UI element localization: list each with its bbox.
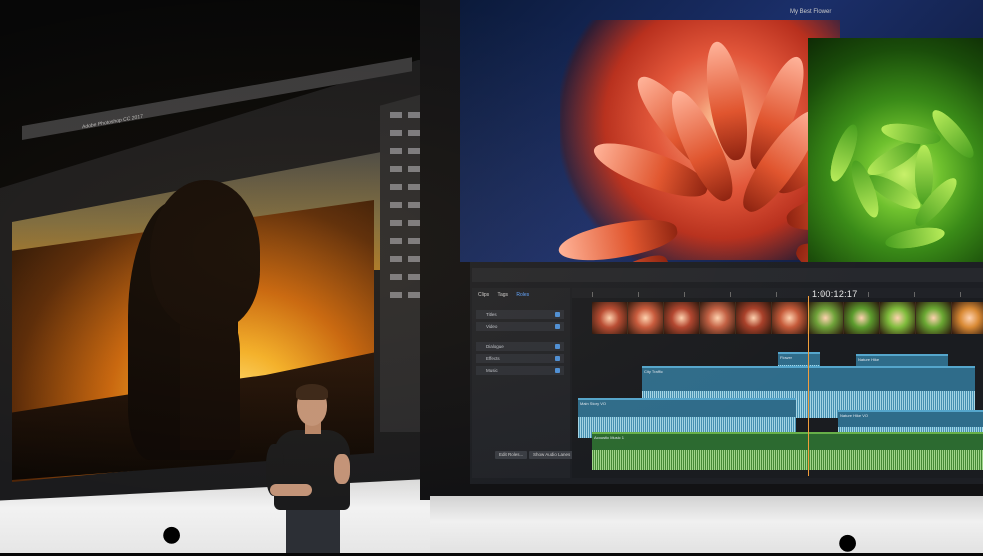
video-thumbnail [700, 302, 735, 334]
apple-logo-icon: ● [838, 530, 858, 555]
video-thumbnail [880, 302, 915, 334]
photoshop-tool-icon[interactable] [408, 202, 420, 208]
photoshop-tool-icon[interactable] [390, 238, 402, 244]
photoshop-tool-icon[interactable] [408, 220, 420, 226]
ruler-tick [868, 292, 869, 297]
photoshop-tool-icon[interactable] [408, 238, 420, 244]
photoshop-tool-icon[interactable] [390, 184, 402, 190]
clip-label: City Traffic [644, 369, 663, 374]
video-thumbnail [844, 302, 879, 334]
photoshop-tool-icon[interactable] [390, 130, 402, 136]
photoshop-tool-icon[interactable] [390, 112, 402, 118]
right-imac-chin [430, 496, 983, 553]
index-tabs: Clips Tags Roles [478, 292, 536, 298]
presenter-on-stage [262, 384, 362, 553]
photoshop-tool-icon[interactable] [408, 148, 420, 154]
final-cut-toolbar [472, 268, 983, 282]
music-clip[interactable]: Acoustic Music 1 [592, 432, 983, 470]
clip-label: Flower [780, 355, 793, 360]
woman-silhouette-neck [180, 310, 240, 450]
tab-tags[interactable]: Tags [497, 292, 508, 298]
photoshop-tool-icon[interactable] [390, 148, 402, 154]
apple-logo-icon: ● [162, 522, 182, 547]
ruler-tick [592, 292, 593, 297]
video-thumbnail [664, 302, 699, 334]
show-audio-lanes-button[interactable]: Show Audio Lanes [529, 451, 575, 459]
photoshop-tool-icon[interactable] [408, 130, 420, 136]
tab-clips[interactable]: Clips [478, 292, 489, 298]
video-thumbnail [952, 302, 983, 334]
ruler-tick [960, 292, 961, 297]
photoshop-tool-icon[interactable] [408, 166, 420, 172]
timecode-display: 1:00:12:17 [812, 289, 858, 299]
photoshop-tool-icon[interactable] [408, 184, 420, 190]
photoshop-tool-icon[interactable] [390, 256, 402, 262]
role-row-dialogue[interactable]: Dialogue [476, 342, 564, 351]
tab-roles[interactable]: Roles [516, 292, 529, 298]
timeline-playhead[interactable] [808, 296, 809, 476]
photoshop-tool-icon[interactable] [390, 202, 402, 208]
video-thumbnail [592, 302, 627, 334]
primary-video-clip[interactable] [592, 302, 983, 334]
clip-label: Nature Hike [858, 357, 880, 362]
role-row-music[interactable]: Music [476, 366, 564, 375]
presenter-left-forearm [270, 484, 312, 496]
role-row-effects[interactable]: Effects [476, 354, 564, 363]
photoshop-tool-icon[interactable] [408, 274, 420, 280]
video-thumbnail [772, 302, 807, 334]
viewer-title: My Best Flower [790, 9, 832, 15]
role-row-video[interactable]: Video [476, 322, 564, 331]
clip-label: Nature Hike VO [840, 413, 869, 418]
timeline-index-panel: Clips Tags Roles Titles Video Dialogue E… [472, 288, 570, 478]
video-thumbnail [808, 302, 843, 334]
presenter-jeans [286, 506, 340, 553]
timeline-ruler[interactable] [572, 288, 983, 298]
ruler-tick [914, 292, 915, 297]
role-row-titles[interactable]: Titles [476, 310, 564, 319]
photoshop-tool-icon[interactable] [408, 112, 420, 118]
video-thumbnail [628, 302, 663, 334]
photoshop-tool-icon[interactable] [390, 220, 402, 226]
ruler-tick [684, 292, 685, 297]
photoshop-tool-icon[interactable] [408, 292, 420, 298]
ruler-tick [776, 292, 777, 297]
ruler-tick [638, 292, 639, 297]
woman-silhouette-head [150, 180, 260, 330]
edit-roles-button[interactable]: Edit Roles... [495, 451, 528, 459]
ruler-tick [730, 292, 731, 297]
presenter-hair [296, 384, 328, 400]
clip-label: Acoustic Music 1 [594, 435, 625, 440]
video-thumbnail [916, 302, 951, 334]
photoshop-tool-icon[interactable] [390, 292, 402, 298]
photoshop-tool-icon[interactable] [408, 256, 420, 262]
presenter-right-hand [334, 454, 350, 484]
photoshop-tool-icon[interactable] [390, 274, 402, 280]
clip-label: Main Story VO [580, 401, 607, 406]
photoshop-tool-icon[interactable] [390, 166, 402, 172]
video-thumbnail [736, 302, 771, 334]
